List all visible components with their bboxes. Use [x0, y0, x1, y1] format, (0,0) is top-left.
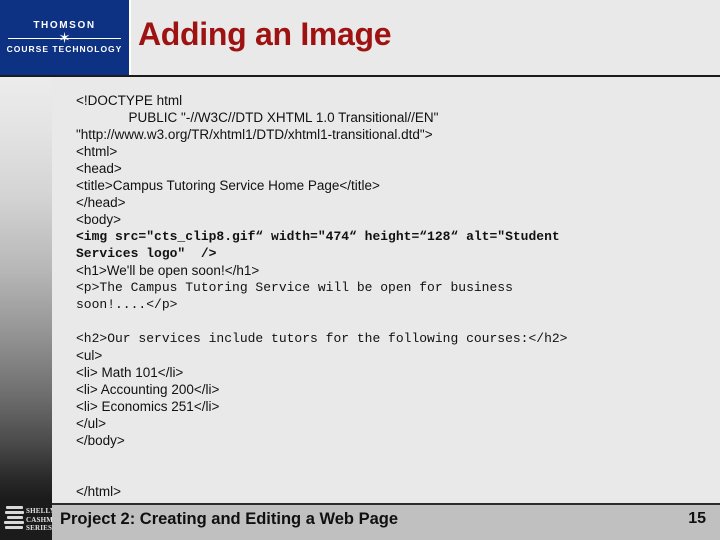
slide-header: THOMSON ✶ COURSE TECHNOLOGY Adding an Im…: [0, 0, 720, 76]
code-line: <h2>Our services include tutors for the …: [76, 331, 568, 346]
code-line: <li> Economics 251</li>: [76, 399, 220, 414]
shelly-logo-line2: CASHMAN: [26, 515, 52, 524]
shelly-logo-text: SHELLY CASHMAN SERIES.: [26, 507, 52, 533]
code-line: <title>Campus Tutoring Service Home Page…: [76, 178, 380, 193]
shelly-logo-line3: SERIES.: [26, 524, 52, 532]
thomson-course-technology-logo: THOMSON ✶ COURSE TECHNOLOGY: [0, 0, 131, 75]
thomson-logo-bottom-text: COURSE TECHNOLOGY: [6, 44, 123, 54]
code-line: Services logo" />: [76, 246, 217, 261]
books-icon: [4, 506, 24, 534]
page-number: 15: [688, 510, 706, 527]
code-line: <h1>We'll be open soon!</h1>: [76, 263, 260, 278]
code-line: PUBLIC "-//W3C//DTD XHTML 1.0 Transition…: [76, 110, 439, 125]
left-gradient-strip: [0, 76, 52, 503]
code-line: </head>: [76, 195, 126, 210]
code-line: </html>: [76, 484, 122, 499]
code-line: <!DOCTYPE html: [76, 93, 183, 108]
code-line: <p>The Campus Tutoring Service will be o…: [76, 280, 513, 295]
code-line: <ul>: [76, 348, 103, 363]
footer-title: Project 2: Creating and Editing a Web Pa…: [60, 510, 399, 528]
code-line: <li> Math 101</li>: [76, 365, 184, 380]
code-line: </body>: [76, 433, 125, 448]
header-divider-rule: [0, 75, 720, 77]
code-line: soon!....</p>: [76, 297, 178, 312]
code-line: </ul>: [76, 416, 107, 431]
code-line: <img src="cts_clip8.gif“ width="474“ hei…: [76, 229, 560, 244]
slide-canvas: THOMSON ✶ COURSE TECHNOLOGY Adding an Im…: [0, 0, 720, 540]
code-listing: <!DOCTYPE html PUBLIC "-//W3C//DTD XHTML…: [76, 92, 676, 500]
code-line: <html>: [76, 144, 118, 159]
shelly-cashman-series-logo: SHELLY CASHMAN SERIES.: [0, 500, 52, 540]
page-title: Adding an Image: [138, 16, 392, 52]
code-line: <li> Accounting 200</li>: [76, 382, 220, 397]
shelly-logo-line1: SHELLY: [26, 507, 52, 515]
code-line: <body>: [76, 212, 122, 227]
code-line: <head>: [76, 161, 122, 176]
code-line: "http://www.w3.org/TR/xhtml1/DTD/xhtml1-…: [76, 127, 433, 142]
